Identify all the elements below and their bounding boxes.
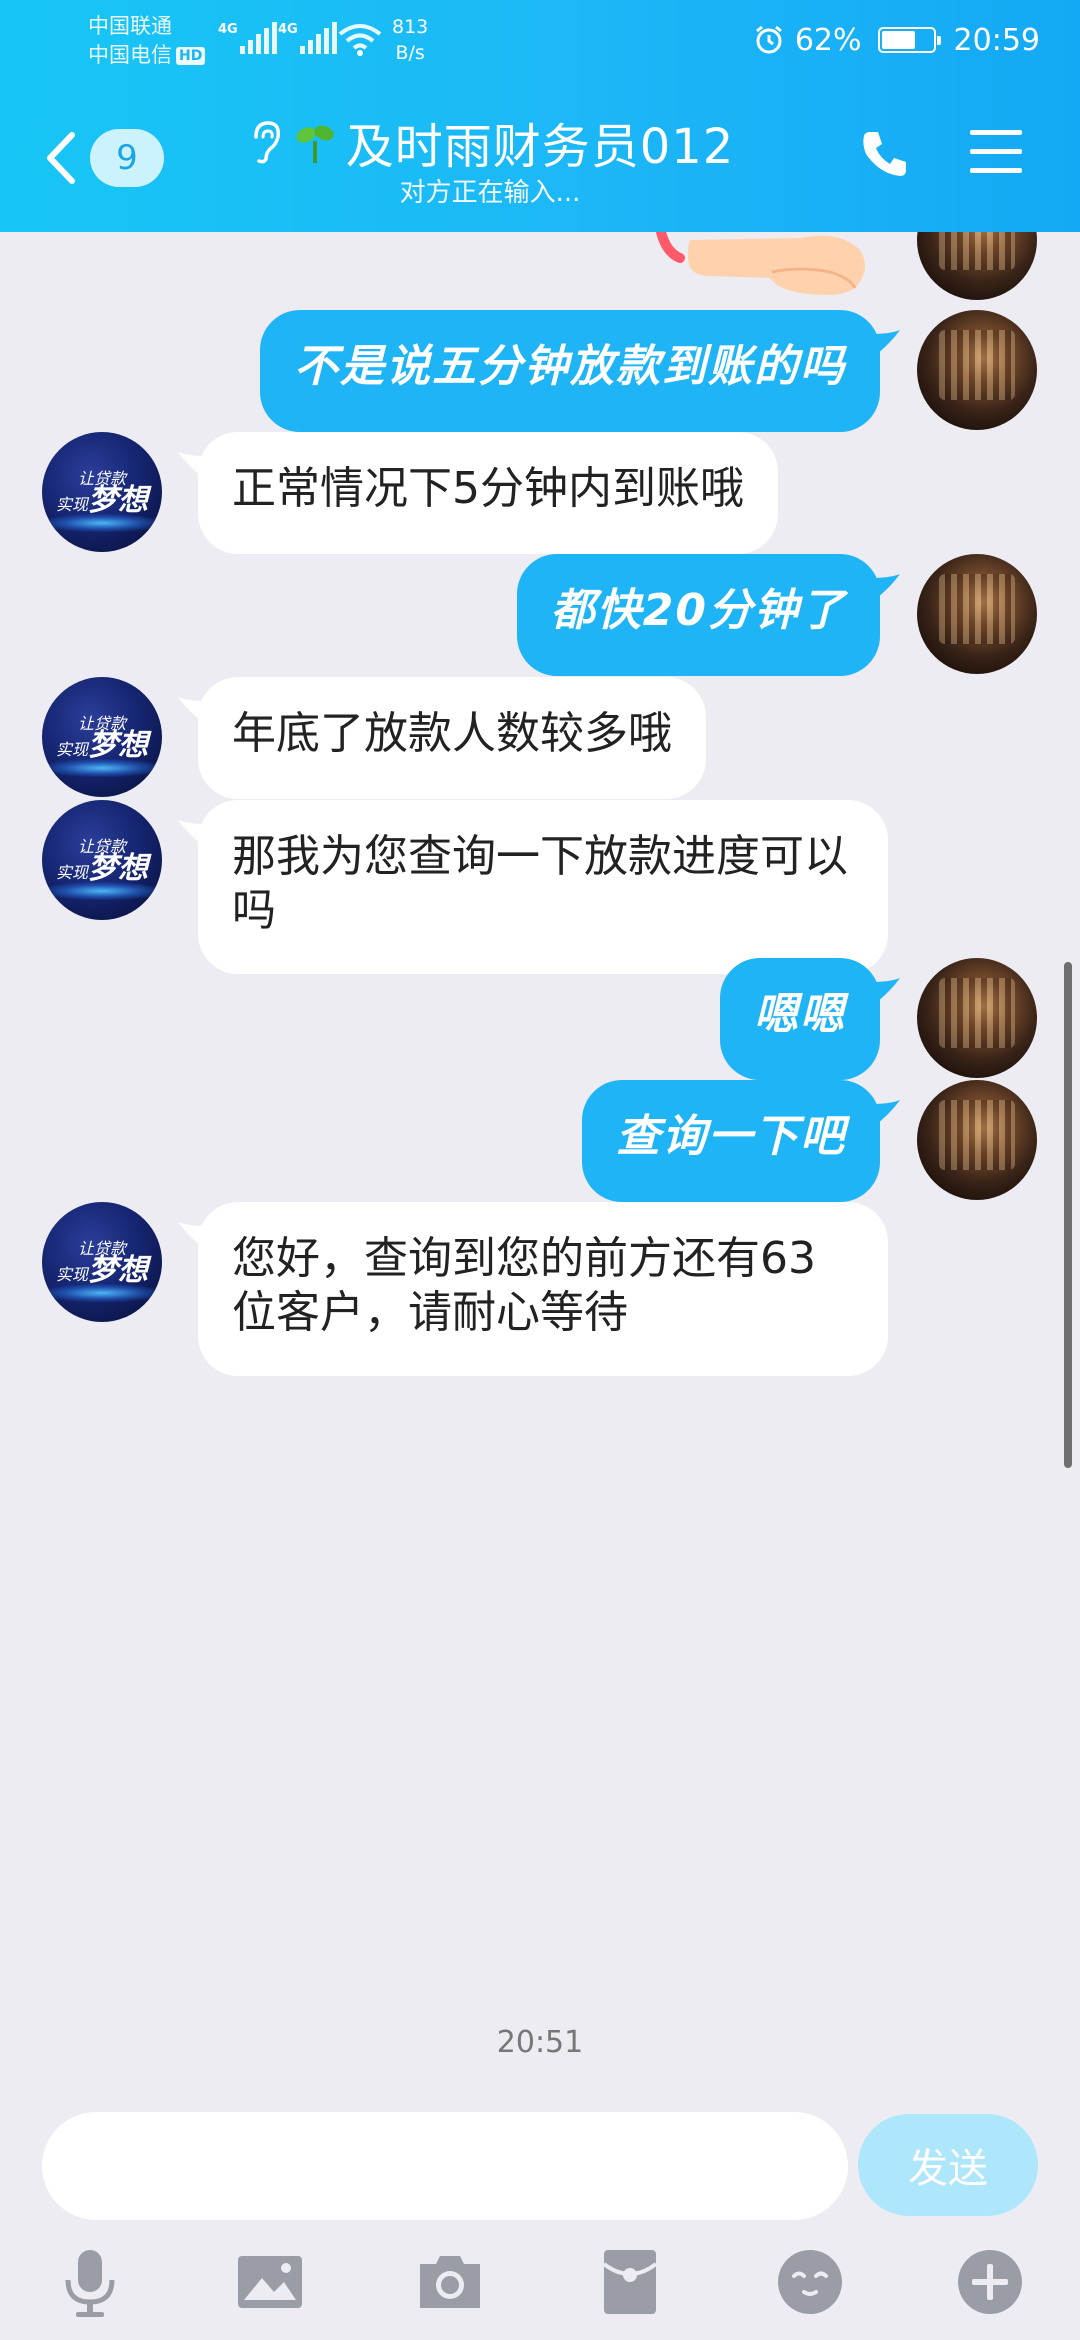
back-chevron-icon (47, 132, 75, 184)
typing-status: 对方正在输入... (399, 178, 581, 208)
hd-badge: HD (176, 47, 206, 65)
carrier-unicom: 中国联通 (88, 14, 172, 38)
wifi-icon (338, 24, 382, 56)
avatar-logo-text: 让贷款 实现梦想 (55, 714, 148, 763)
my-avatar[interactable] (917, 232, 1037, 300)
battery-fill (881, 31, 915, 49)
red-packet-icon[interactable] (590, 2242, 670, 2322)
my-avatar[interactable] (917, 554, 1037, 674)
my-avatar[interactable] (917, 958, 1037, 1078)
sprout-icon (296, 125, 334, 163)
image-icon[interactable] (230, 2242, 310, 2322)
pointing-hand-sticker (655, 232, 865, 295)
carrier-info: 中国联通 中国电信 HD (88, 12, 206, 70)
carrier-telecom: 中国电信 (88, 43, 172, 67)
avatar-logo-text: 让贷款 实现梦想 (55, 1239, 148, 1288)
message-timestamp: 20:51 (496, 2025, 584, 2060)
unread-count-badge: 9 (90, 129, 164, 187)
camera-icon[interactable] (410, 2242, 490, 2322)
back-button[interactable]: 9 (44, 118, 174, 198)
microphone-icon[interactable] (50, 2242, 130, 2322)
alarm-icon (755, 25, 782, 54)
input-area: 发送 (0, 2092, 1080, 2340)
bubble-tail (872, 574, 900, 602)
avatar-logo-text: 让贷款 实现梦想 (55, 469, 148, 518)
chat-title: 及时雨财务员012 (345, 119, 735, 175)
my-avatar[interactable] (917, 310, 1037, 430)
bubble-tail (872, 1100, 900, 1128)
message-bubble[interactable]: 那我为您查询一下放款进度可以吗 (198, 800, 888, 974)
battery-percent: 62% (794, 22, 862, 58)
emoji-icon[interactable] (770, 2242, 850, 2322)
input-toolbar (0, 2242, 1080, 2332)
chat-header: 中国联通 中国电信 HD 4G 4G 813 B/s 62% 20:59 9 及… (0, 0, 1080, 232)
phone-icon[interactable] (858, 126, 914, 182)
contact-avatar[interactable]: 让贷款 实现梦想 (42, 1202, 162, 1322)
message-list[interactable]: 不是说五分钟放款到账的吗 让贷款 实现梦想 正常情况下5分钟内到账哦 都快20分钟… (0, 232, 1080, 2092)
send-button[interactable]: 发送 (858, 2114, 1038, 2216)
network-type-1: 4G (218, 22, 238, 37)
network-speed-unit: B/s (395, 42, 425, 64)
bubble-tail (872, 978, 900, 1006)
chat-title-area[interactable]: 及时雨财务员012 对方正在输入... (220, 110, 760, 209)
message-bubble[interactable]: 年底了放款人数较多哦 (198, 677, 706, 799)
status-bar: 中国联通 中国电信 HD 4G 4G 813 B/s 62% 20:59 (0, 0, 1080, 80)
network-speed: 813 B/s (392, 14, 428, 66)
my-avatar[interactable] (917, 1080, 1037, 1200)
message-bubble[interactable]: 嗯嗯 (720, 958, 880, 1080)
message-bubble[interactable]: 不是说五分钟放款到账的吗 (260, 310, 880, 432)
avatar-logo-text: 让贷款 实现梦想 (55, 837, 148, 886)
scrollbar[interactable] (1064, 962, 1072, 1468)
menu-icon[interactable] (968, 126, 1024, 178)
network-type-2: 4G (278, 22, 298, 37)
clock: 20:59 (953, 22, 1040, 58)
message-bubble[interactable]: 您好，查询到您的前方还有63位客户，请耐心等待 (198, 1202, 888, 1376)
contact-avatar[interactable]: 让贷款 实现梦想 (42, 800, 162, 920)
ear-icon (253, 121, 280, 164)
network-speed-value: 813 (392, 16, 429, 38)
message-bubble[interactable]: 正常情况下5分钟内到账哦 (198, 432, 778, 554)
message-bubble[interactable]: 查询一下吧 (582, 1080, 880, 1202)
contact-avatar[interactable]: 让贷款 实现梦想 (42, 677, 162, 797)
contact-avatar[interactable]: 让贷款 实现梦想 (42, 432, 162, 552)
message-input[interactable] (42, 2112, 848, 2220)
plus-icon[interactable] (950, 2242, 1030, 2322)
battery-icon (877, 27, 941, 53)
message-bubble[interactable]: 都快20分钟了 (516, 554, 880, 676)
bubble-tail (872, 330, 900, 358)
